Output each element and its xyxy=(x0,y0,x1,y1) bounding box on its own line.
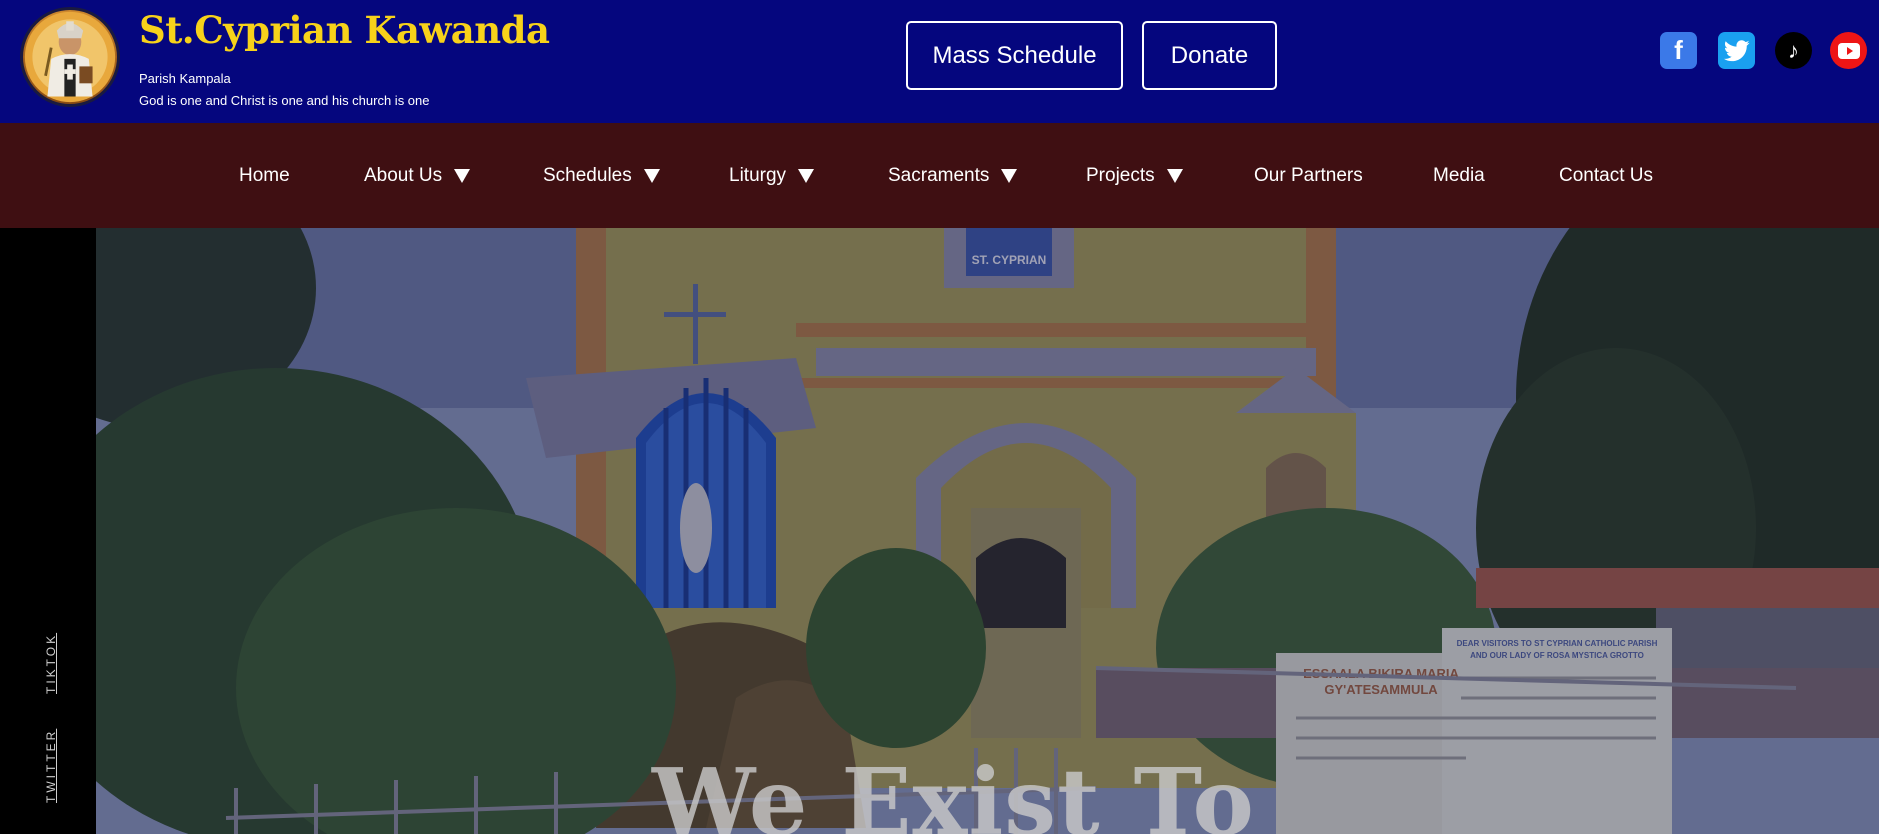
youtube-icon[interactable] xyxy=(1830,32,1867,69)
nav-contact-us[interactable]: Contact Us xyxy=(1559,123,1653,228)
nav-media[interactable]: Media xyxy=(1433,123,1485,228)
nav-label: Liturgy xyxy=(729,164,787,186)
nav-label: Media xyxy=(1433,164,1485,186)
facebook-icon[interactable]: f xyxy=(1660,32,1697,69)
caret-down-icon xyxy=(643,168,660,183)
nav-about-us[interactable]: About Us xyxy=(364,123,471,228)
nav-label: Home xyxy=(239,164,290,186)
side-social-rail: TIKTOK TWITTER F xyxy=(0,228,96,834)
twitter-icon[interactable] xyxy=(1718,32,1755,69)
site-motto: God is one and Christ is one and his chu… xyxy=(139,93,430,108)
caret-down-icon xyxy=(798,168,815,183)
tiktok-icon[interactable]: ♪ xyxy=(1775,32,1812,69)
nav-home[interactable]: Home xyxy=(239,123,290,228)
caret-down-icon xyxy=(1166,168,1183,183)
caret-down-icon xyxy=(1001,168,1018,183)
site-title[interactable]: St.Cyprian Kawanda xyxy=(139,8,550,52)
hero-banner: ST. CYPRIAN ESSAALA BIKIRA MARIA GY'ATES… xyxy=(96,228,1879,834)
nav-liturgy[interactable]: Liturgy xyxy=(729,123,815,228)
nav-sacraments[interactable]: Sacraments xyxy=(888,123,1018,228)
site-header: St.Cyprian Kawanda Parish Kampala God is… xyxy=(0,0,1879,123)
main-nav: Home About Us Schedules Liturgy Sacramen… xyxy=(0,123,1879,228)
nav-label: Our Partners xyxy=(1254,164,1363,186)
nav-schedules[interactable]: Schedules xyxy=(543,123,660,228)
rail-link-tiktok[interactable]: TIKTOK xyxy=(44,633,58,694)
hero-heading: We Exist To xyxy=(652,748,1255,834)
nav-label: Contact Us xyxy=(1559,164,1653,186)
caret-down-icon xyxy=(454,168,471,183)
hero-overlay xyxy=(96,228,1879,834)
nav-our-partners[interactable]: Our Partners xyxy=(1254,123,1363,228)
nav-projects[interactable]: Projects xyxy=(1086,123,1183,228)
parish-logo[interactable] xyxy=(20,7,120,107)
site-subtitle: Parish Kampala xyxy=(139,71,231,86)
nav-label: Schedules xyxy=(543,164,632,186)
nav-label: Sacraments xyxy=(888,164,990,186)
mass-schedule-button[interactable]: Mass Schedule xyxy=(906,21,1123,90)
nav-label: Projects xyxy=(1086,164,1155,186)
nav-label: About Us xyxy=(364,164,443,186)
rail-link-twitter[interactable]: TWITTER xyxy=(44,729,58,803)
donate-button[interactable]: Donate xyxy=(1142,21,1277,90)
